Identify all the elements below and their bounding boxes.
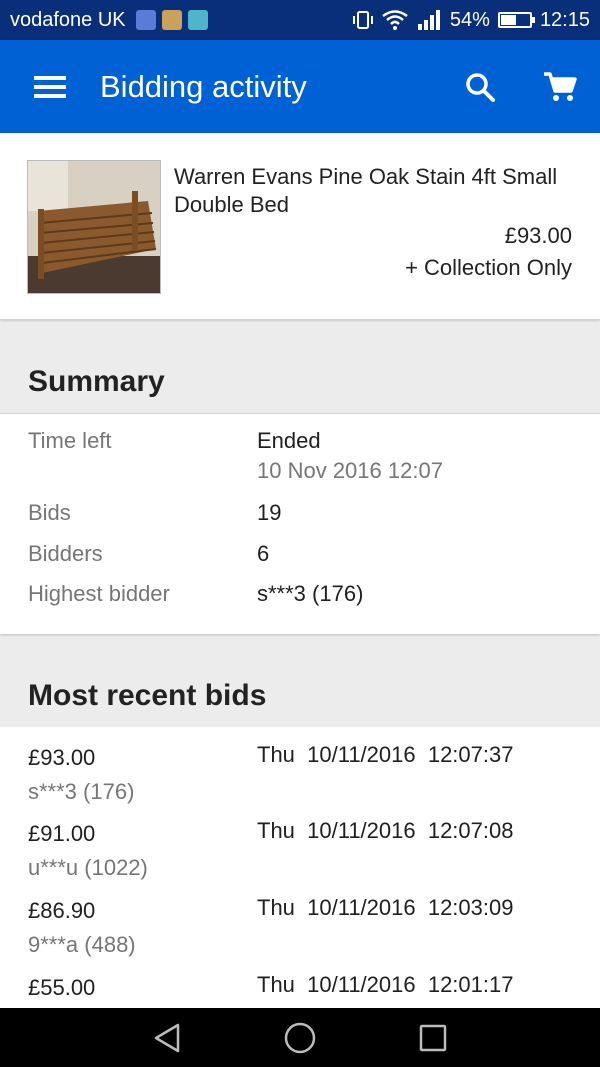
bid-amount: £91.00	[28, 821, 96, 846]
bidders-label: Bidders	[28, 541, 103, 566]
summary-section-header: Summary	[0, 332, 600, 414]
item-title[interactable]: Warren Evans Pine Oak Stain 4ft Small Do…	[174, 163, 574, 219]
bidders-count: 6	[257, 541, 270, 566]
recent-bids-section-header: Most recent bids	[0, 646, 600, 728]
sim-notification-icon	[161, 10, 182, 30]
bid-time: Thu 10/11/2016 12:07:37	[257, 742, 514, 767]
health-notification-icon	[135, 10, 156, 30]
search-button[interactable]	[440, 40, 520, 133]
item-shipping: + Collection Only	[405, 255, 572, 280]
highest-bidder-label: Highest bidder	[28, 581, 170, 606]
recent-bids-heading: Most recent bids	[28, 678, 267, 712]
back-button[interactable]	[137, 1008, 197, 1067]
back-icon	[154, 1023, 179, 1052]
cart-icon	[544, 71, 577, 101]
highest-bidder-value[interactable]: s***3 (176)	[257, 581, 363, 607]
bid-row: £91.00 u***u (1022) Thu 10/11/2016 12:07…	[0, 818, 600, 897]
bid-row: £55.00 Thu 10/11/2016 12:01:17	[0, 972, 600, 1009]
bid-amount: £93.00	[28, 745, 96, 770]
recents-icon	[420, 1024, 447, 1051]
signal-icon	[417, 10, 440, 30]
battery-icon	[497, 12, 535, 28]
clock: 12:15	[539, 8, 590, 31]
summary-heading: Summary	[28, 364, 165, 398]
bid-time: Thu 10/11/2016 12:07:08	[257, 818, 514, 843]
search-icon	[466, 72, 495, 102]
navigation-bar	[0, 1008, 600, 1067]
carrier-name: vodafone UK	[10, 8, 126, 31]
time-left-value: Ended	[257, 428, 321, 453]
bids-count: 19	[257, 500, 282, 525]
wifi-icon	[382, 10, 408, 30]
bids-label: Bids	[28, 500, 71, 525]
item-price: £93.00	[504, 223, 572, 248]
menu-icon	[34, 71, 66, 103]
bid-time: Thu 10/11/2016 12:03:09	[257, 895, 514, 920]
bid-bidder[interactable]: 9***a (488)	[28, 932, 136, 958]
recents-button[interactable]	[403, 1008, 463, 1067]
bid-time: Thu 10/11/2016 12:01:17	[257, 972, 514, 997]
home-icon	[284, 1022, 316, 1053]
gallery-notification-icon	[187, 10, 208, 30]
battery-percent: 54%	[449, 8, 490, 31]
bid-amount: £55.00	[28, 975, 96, 1000]
bid-bidder[interactable]: s***3 (176)	[28, 779, 134, 805]
app-bar: Bidding activity	[0, 40, 600, 133]
item-thumbnail[interactable]	[27, 160, 161, 294]
status-bar: vodafone UK 54% 12:15	[0, 0, 600, 40]
bid-amount: £86.90	[28, 898, 96, 923]
page-title: Bidding activity	[100, 68, 307, 104]
vibrate-icon	[352, 11, 373, 29]
summary-panel: Time left Ended 10 Nov 2016 12:07 Bids 1…	[0, 414, 600, 634]
bid-row: £86.90 9***a (488) Thu 10/11/2016 12:03:…	[0, 895, 600, 974]
home-button[interactable]	[270, 1008, 330, 1067]
time-left-label: Time left	[28, 428, 112, 453]
menu-button[interactable]	[0, 40, 100, 133]
item-card[interactable]: Warren Evans Pine Oak Stain 4ft Small Do…	[0, 133, 600, 320]
bid-bidder[interactable]: u***u (1022)	[28, 855, 148, 881]
end-date: 10 Nov 2016 12:07	[257, 458, 443, 483]
cart-button[interactable]	[520, 40, 600, 133]
bid-row: £93.00 s***3 (176) Thu 10/11/2016 12:07:…	[0, 742, 600, 821]
recent-bids-list: £93.00 s***3 (176) Thu 10/11/2016 12:07:…	[0, 727, 600, 1009]
